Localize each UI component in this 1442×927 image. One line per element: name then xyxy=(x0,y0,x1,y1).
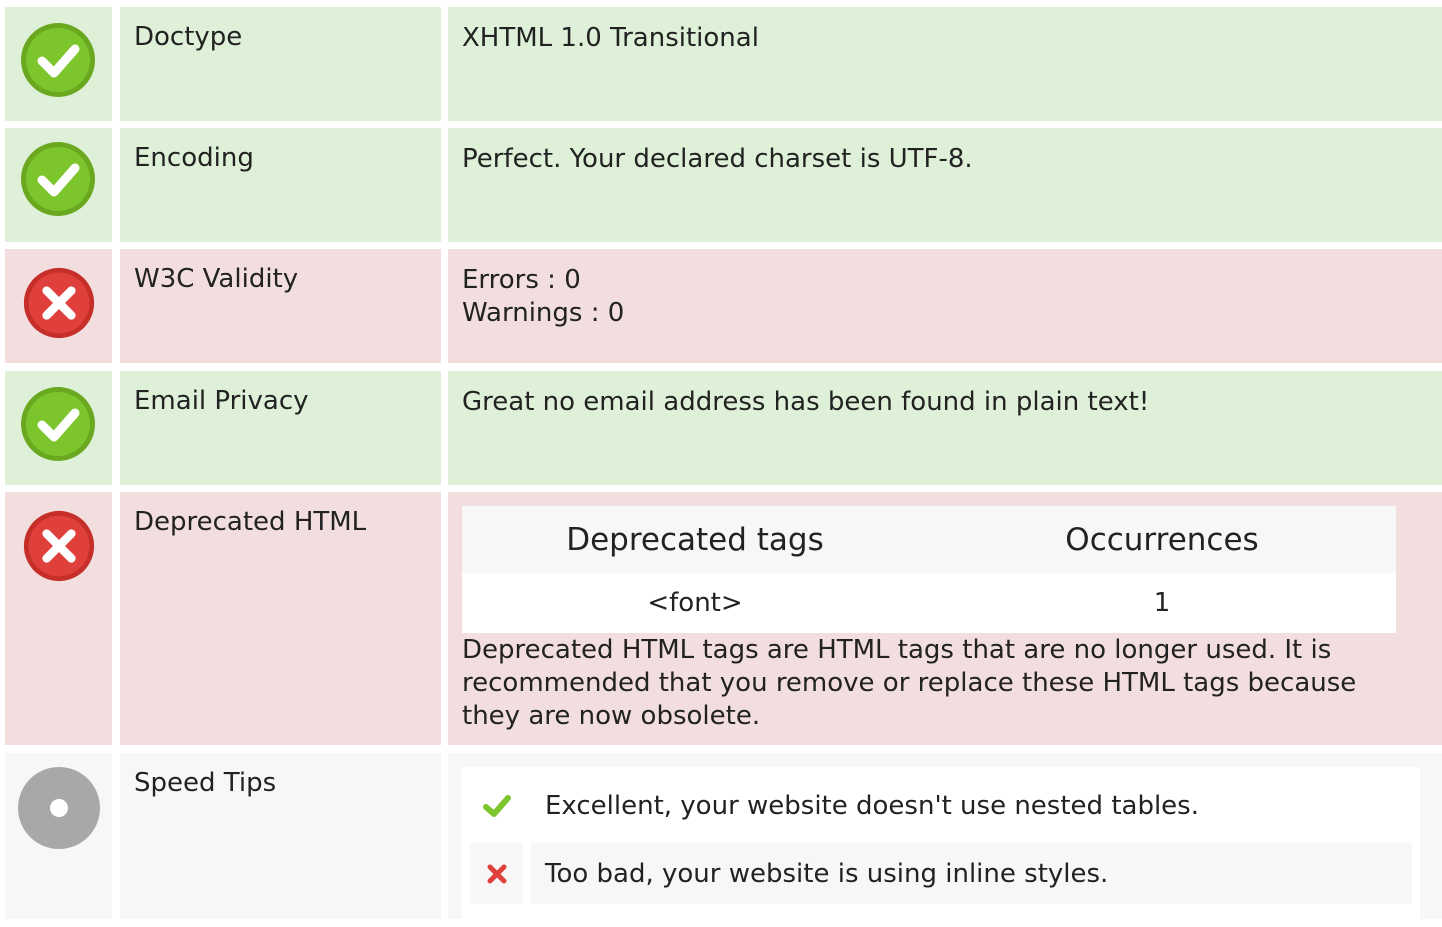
status-cell xyxy=(5,753,112,919)
row-label-cell: Speed Tips xyxy=(120,753,441,919)
fail-cross-icon xyxy=(22,266,96,340)
info-dot-icon xyxy=(18,767,100,849)
row-w3c-validity: W3C Validity Errors : 0 Warnings : 0 xyxy=(5,249,1442,363)
row-label-cell: Deprecated HTML xyxy=(120,492,441,745)
row-label-cell: Encoding xyxy=(120,128,441,242)
row-label: W3C Validity xyxy=(134,264,299,294)
row-speed-tips: Speed Tips Excellent, your website doesn… xyxy=(5,753,1442,927)
table-cell-tag: <font> xyxy=(647,588,743,618)
deprecated-note: Deprecated HTML tags are HTML tags that … xyxy=(462,635,1357,731)
status-cell xyxy=(5,128,112,242)
tip-text: Excellent, your website doesn't use nest… xyxy=(545,790,1199,821)
list-item: Too bad, your website is using inline st… xyxy=(470,843,1412,904)
fail-cross-icon xyxy=(22,509,96,583)
row-value-cell: XHTML 1.0 Transitional xyxy=(448,7,1442,121)
table-header: Deprecated tags Occurrences xyxy=(462,506,1396,573)
row-label-cell: W3C Validity xyxy=(120,249,441,363)
tip-text: Too bad, your website is using inline st… xyxy=(531,843,1412,904)
pass-check-icon xyxy=(19,385,97,463)
column-header-tags: Deprecated tags xyxy=(566,521,824,558)
row-value-cell: Errors : 0 Warnings : 0 xyxy=(448,249,1442,363)
status-cell xyxy=(5,371,112,485)
errors-count: Errors : 0 xyxy=(462,265,581,295)
warnings-count: Warnings : 0 xyxy=(462,298,625,328)
row-label: Deprecated HTML xyxy=(134,507,367,537)
row-value: Perfect. Your declared charset is UTF-8. xyxy=(462,144,973,174)
row-label: Speed Tips xyxy=(134,768,277,798)
row-label: Doctype xyxy=(134,22,243,52)
deprecated-tags-table: Deprecated tags Occurrences <font> 1 xyxy=(462,506,1396,633)
table-row: <font> 1 xyxy=(462,573,1396,633)
speed-tips-list: Excellent, your website doesn't use nest… xyxy=(462,767,1420,927)
row-value: XHTML 1.0 Transitional xyxy=(462,23,759,53)
row-value: Great no email address has been found in… xyxy=(462,387,1150,417)
status-cell xyxy=(5,492,112,745)
row-value-cell: Perfect. Your declared charset is UTF-8. xyxy=(448,128,1442,242)
row-email-privacy: Email Privacy Great no email address has… xyxy=(5,371,1442,485)
row-label: Encoding xyxy=(134,143,254,173)
column-header-occurrences: Occurrences xyxy=(1065,521,1259,558)
pass-check-icon xyxy=(19,21,97,99)
row-value-cell: Deprecated tags Occurrences <font> 1 Dep… xyxy=(448,492,1442,745)
pass-check-icon xyxy=(19,140,97,218)
row-value-cell: Great no email address has been found in… xyxy=(448,371,1442,485)
list-item: Excellent, your website doesn't use nest… xyxy=(470,775,1412,836)
table-cell-count: 1 xyxy=(1153,588,1171,618)
check-icon xyxy=(470,775,523,836)
row-deprecated-html: Deprecated HTML Deprecated tags Occurren… xyxy=(5,492,1442,745)
row-doctype: Doctype XHTML 1.0 Transitional xyxy=(5,7,1442,121)
row-label-cell: Email Privacy xyxy=(120,371,441,485)
status-cell xyxy=(5,249,112,363)
row-label: Email Privacy xyxy=(134,386,309,416)
status-cell xyxy=(5,7,112,121)
row-label-cell: Doctype xyxy=(120,7,441,121)
row-encoding: Encoding Perfect. Your declared charset … xyxy=(5,128,1442,242)
row-value-cell: Excellent, your website doesn't use nest… xyxy=(448,753,1442,927)
cross-icon xyxy=(470,843,523,904)
